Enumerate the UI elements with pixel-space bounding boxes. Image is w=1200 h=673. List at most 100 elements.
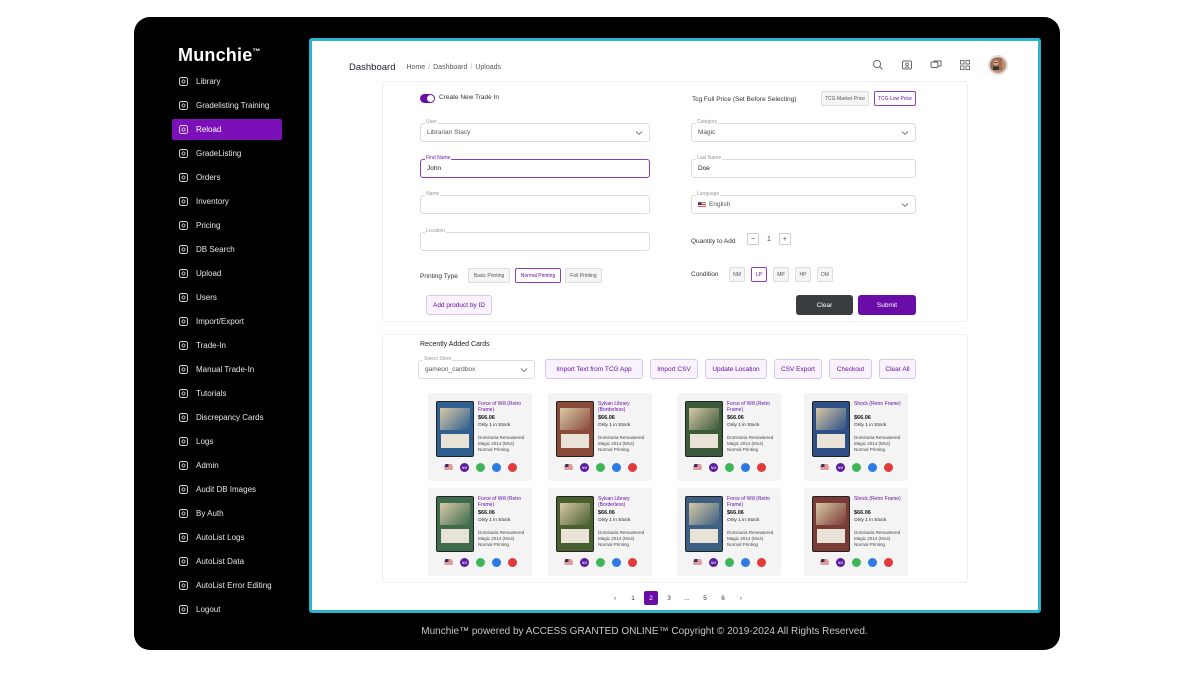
condition-dm-button[interactable]: DM bbox=[817, 267, 833, 282]
add-product-by-id-button[interactable]: Add product by ID bbox=[426, 295, 492, 315]
sidebar-item-library[interactable]: Library bbox=[172, 71, 282, 92]
refresh-icon[interactable] bbox=[725, 558, 734, 567]
printing-basic-button[interactable]: Basic Printing bbox=[468, 268, 510, 283]
sidebar-item-autolist-error-editing[interactable]: AutoList Error Editing bbox=[172, 575, 282, 596]
sidebar-item-admin[interactable]: Admin bbox=[172, 455, 282, 476]
condition-mp-button[interactable]: MP bbox=[773, 267, 789, 282]
user-select[interactable]: User Librarian Stacy bbox=[420, 119, 650, 142]
edit-icon[interactable] bbox=[868, 558, 877, 567]
sidebar-item-tutorials[interactable]: Tutorials bbox=[172, 383, 282, 404]
sidebar-item-discrepancy-cards[interactable]: Discrepancy Cards bbox=[172, 407, 282, 428]
delete-icon[interactable] bbox=[757, 463, 766, 472]
quantity-value[interactable]: 1 bbox=[767, 236, 771, 243]
delete-icon[interactable] bbox=[884, 558, 893, 567]
printing-normal-button[interactable]: Normal Printing bbox=[515, 268, 561, 283]
card-title[interactable]: Sylvan Library (Borderless) bbox=[598, 496, 650, 508]
refresh-icon[interactable] bbox=[725, 463, 734, 472]
pagination-page[interactable]: 1 bbox=[626, 591, 640, 605]
card-image[interactable] bbox=[685, 496, 723, 552]
delete-icon[interactable] bbox=[757, 558, 766, 567]
card-title[interactable]: Force of Will (Retro Frame) bbox=[727, 401, 779, 413]
printing-foil-button[interactable]: Foil Printing bbox=[565, 268, 602, 283]
apps-grid-icon[interactable] bbox=[959, 59, 971, 71]
card-image[interactable] bbox=[436, 496, 474, 552]
refresh-icon[interactable] bbox=[596, 463, 605, 472]
card-title[interactable]: Shock (Retro Frame) bbox=[854, 496, 906, 502]
delete-icon[interactable] bbox=[628, 558, 637, 567]
sidebar-item-autolist-logs[interactable]: AutoList Logs bbox=[172, 527, 282, 548]
edit-icon[interactable] bbox=[492, 558, 501, 567]
clear-all-button[interactable]: Clear All bbox=[879, 359, 916, 379]
delete-icon[interactable] bbox=[884, 463, 893, 472]
edit-icon[interactable] bbox=[612, 558, 621, 567]
condition-lp-button[interactable]: LP bbox=[751, 267, 767, 282]
delete-icon[interactable] bbox=[508, 558, 517, 567]
card-item[interactable]: Force of Will (Retro Frame) $66.06 Only 1 … bbox=[428, 488, 532, 576]
import-tcg-app-button[interactable]: Import Text from TCG App bbox=[545, 359, 643, 379]
create-trade-in-toggle[interactable] bbox=[420, 94, 435, 103]
language-select[interactable]: Language English bbox=[691, 191, 916, 214]
category-select[interactable]: Category Magic bbox=[691, 119, 916, 142]
sidebar-item-manual-trade-in[interactable]: Manual Trade-In bbox=[172, 359, 282, 380]
card-title[interactable]: Force of Will (Retro Frame) bbox=[478, 496, 530, 508]
import-csv-button[interactable]: Import CSV bbox=[650, 359, 698, 379]
card-item[interactable]: Shock (Retro Frame) $66.06 Only 1 in Stock… bbox=[804, 488, 908, 576]
sidebar-item-trade-in[interactable]: Trade-In bbox=[172, 335, 282, 356]
card-image[interactable] bbox=[685, 401, 723, 457]
card-image[interactable] bbox=[812, 496, 850, 552]
sidebar-item-upload[interactable]: Upload bbox=[172, 263, 282, 284]
refresh-icon[interactable] bbox=[852, 558, 861, 567]
card-image[interactable] bbox=[556, 401, 594, 457]
user-avatar[interactable] bbox=[988, 55, 1008, 75]
sidebar-item-logs[interactable]: Logs bbox=[172, 431, 282, 452]
breadcrumb-home[interactable]: Home bbox=[406, 64, 425, 71]
delete-icon[interactable] bbox=[508, 463, 517, 472]
edit-icon[interactable] bbox=[741, 463, 750, 472]
sidebar-item-inventory[interactable]: Inventory bbox=[172, 191, 282, 212]
edit-icon[interactable] bbox=[612, 463, 621, 472]
store-select[interactable]: Select Store gameon_cardbox bbox=[418, 356, 535, 379]
quantity-minus-button[interactable]: − bbox=[747, 233, 759, 245]
clear-button[interactable]: Clear bbox=[796, 295, 853, 315]
card-item[interactable]: Force of Will (Retro Frame) $66.06 Only 1 … bbox=[677, 488, 781, 576]
sidebar-item-by-auth[interactable]: By Auth bbox=[172, 503, 282, 524]
contacts-icon[interactable] bbox=[901, 59, 913, 71]
pagination-page[interactable]: 6 bbox=[716, 591, 730, 605]
card-image[interactable] bbox=[556, 496, 594, 552]
first-name-field[interactable]: First Name John bbox=[420, 155, 650, 178]
pagination-page[interactable]: 3 bbox=[662, 591, 676, 605]
edit-icon[interactable] bbox=[868, 463, 877, 472]
csv-export-button[interactable]: CSV Export bbox=[774, 359, 822, 379]
location-field[interactable]: Location bbox=[420, 228, 650, 251]
sidebar-item-reload[interactable]: Reload bbox=[172, 119, 282, 140]
sidebar-item-pricing[interactable]: Pricing bbox=[172, 215, 282, 236]
sidebar-item-autolist-data[interactable]: AutoList Data bbox=[172, 551, 282, 572]
sidebar-item-import-export[interactable]: Import/Export bbox=[172, 311, 282, 332]
refresh-icon[interactable] bbox=[596, 558, 605, 567]
pagination-page[interactable]: 2 bbox=[644, 591, 658, 605]
card-item[interactable]: Force of Will (Retro Frame) $66.06 Only 1 … bbox=[677, 393, 781, 481]
condition-nm-button[interactable]: NM bbox=[729, 267, 745, 282]
checkout-button[interactable]: Checkout bbox=[829, 359, 872, 379]
tcg-market-price-button[interactable]: TCG Market Price bbox=[821, 91, 869, 106]
submit-button[interactable]: Submit bbox=[858, 295, 916, 315]
pagination-next-button[interactable]: › bbox=[734, 591, 748, 605]
card-title[interactable]: Force of Will (Retro Frame) bbox=[478, 401, 530, 413]
sidebar-item-gradelisting[interactable]: GradeListing bbox=[172, 143, 282, 164]
pagination-page[interactable]: 5 bbox=[698, 591, 712, 605]
messages-icon[interactable] bbox=[930, 59, 942, 71]
search-icon[interactable] bbox=[872, 59, 884, 71]
card-item[interactable]: Sylvan Library (Borderless) $66.06 Only 1 … bbox=[548, 393, 652, 481]
condition-hp-button[interactable]: HP bbox=[795, 267, 811, 282]
sidebar-item-logout[interactable]: Logout bbox=[172, 599, 282, 620]
card-image[interactable] bbox=[436, 401, 474, 457]
pagination-prev-button[interactable]: ‹ bbox=[608, 591, 622, 605]
card-image[interactable] bbox=[812, 401, 850, 457]
sidebar-item-gradelisting-training[interactable]: Gradelisting Training bbox=[172, 95, 282, 116]
name-field[interactable]: Name bbox=[420, 191, 650, 214]
pagination-page[interactable]: ... bbox=[680, 591, 694, 605]
sidebar-item-db-search[interactable]: DB Search bbox=[172, 239, 282, 260]
tcg-low-price-button[interactable]: TCG Low Price bbox=[874, 91, 916, 106]
edit-icon[interactable] bbox=[741, 558, 750, 567]
update-location-button[interactable]: Update Location bbox=[705, 359, 767, 379]
